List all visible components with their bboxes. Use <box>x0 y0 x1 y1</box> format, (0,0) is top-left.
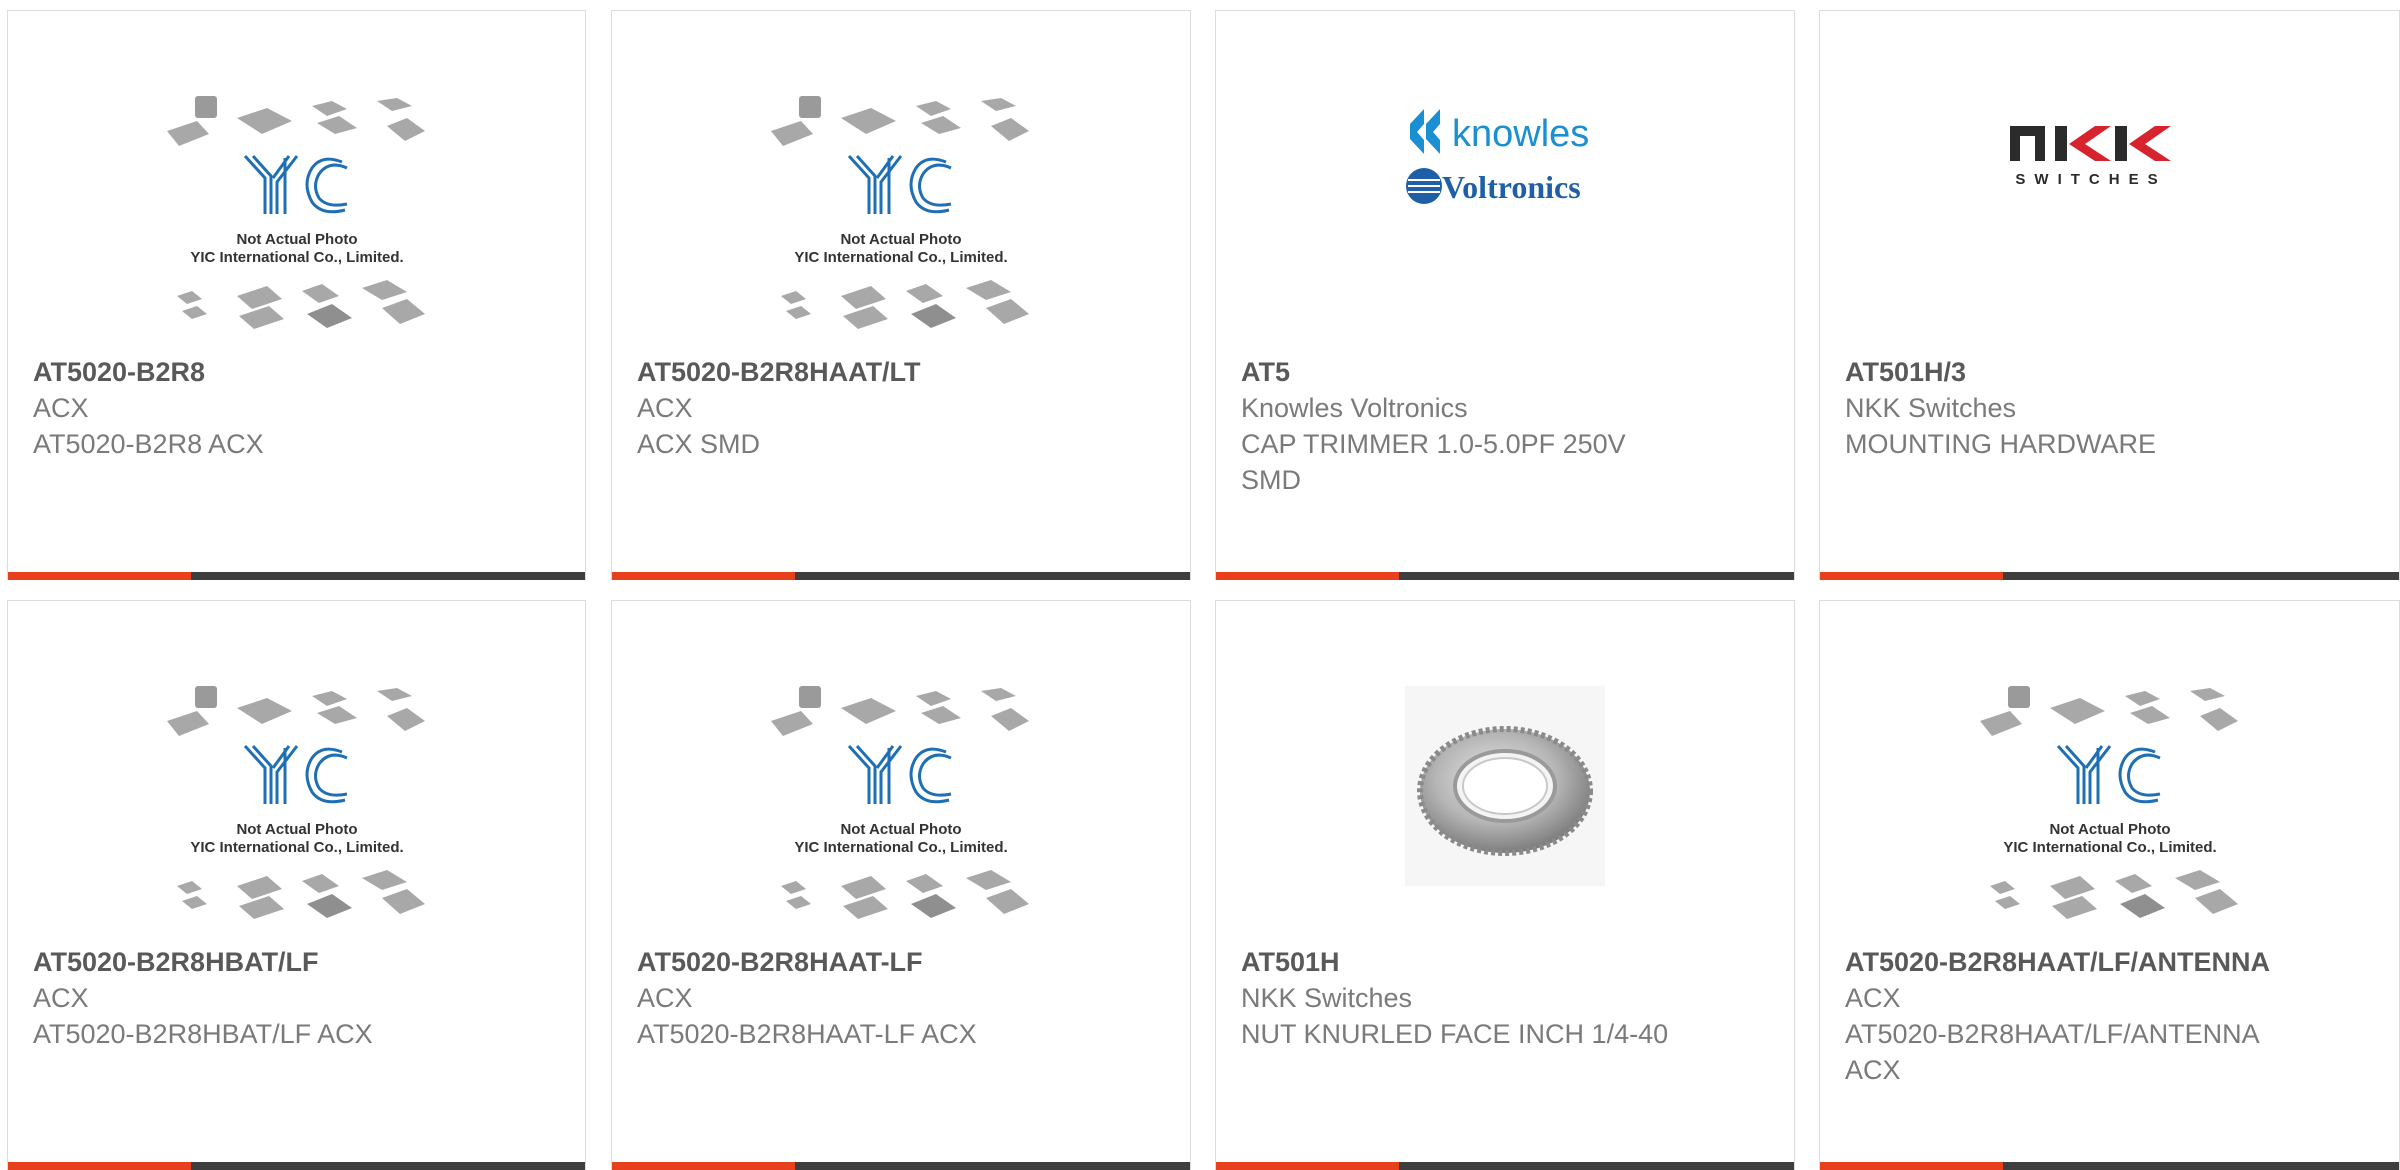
description: AT5020-B2R8HAAT/LF/ANTENNA ACX <box>1845 1019 2259 1085</box>
manufacturer: ACX <box>33 983 89 1013</box>
image-caption-line1: Not Actual Photo <box>840 821 961 838</box>
part-number[interactable]: AT5020-B2R8HAAT-LF <box>637 944 1070 980</box>
card-bottom-bar <box>1820 572 2399 580</box>
accent-bar <box>1820 572 2003 580</box>
accent-bar <box>612 572 795 580</box>
product-card[interactable]: Not Actual Photo YIC International Co., … <box>7 600 586 1170</box>
manufacturer: ACX <box>637 393 693 423</box>
description: AT5020-B2R8HAAT-LF ACX <box>637 1019 977 1049</box>
accent-bar <box>1216 1162 1399 1170</box>
knurled-nut-photo <box>1216 661 1794 951</box>
accent-bar <box>8 572 191 580</box>
part-number[interactable]: AT5020-B2R8 <box>33 354 465 390</box>
accent-bar <box>8 1162 191 1170</box>
card-bottom-bar <box>612 1162 1190 1170</box>
description: AT5020-B2R8HBAT/LF ACX <box>33 1019 373 1049</box>
product-card[interactable]: Not Actual Photo YIC International Co., … <box>611 10 1191 580</box>
image-caption-line2: YIC International Co., Limited. <box>794 249 1007 266</box>
logo-knowles-text: knowles <box>1452 113 1589 155</box>
card-bottom-bar <box>8 572 585 580</box>
yic-placeholder-image: Not Actual Photo YIC International Co., … <box>612 71 1190 361</box>
image-caption-line2: YIC International Co., Limited. <box>190 249 403 266</box>
manufacturer: NKK Switches <box>1241 983 1413 1013</box>
image-caption-line1: Not Actual Photo <box>236 821 357 838</box>
description: NUT KNURLED FACE INCH 1/4-40 <box>1241 1019 1669 1049</box>
description: CAP TRIMMER 1.0-5.0PF 250V SMD <box>1241 429 1626 495</box>
card-bottom-bar <box>1216 1162 1794 1170</box>
part-number[interactable]: AT5020-B2R8HAAT/LT <box>637 354 1070 390</box>
manufacturer: ACX <box>33 393 89 423</box>
manufacturer: ACX <box>637 983 693 1013</box>
part-number[interactable]: AT501H <box>1241 944 1674 980</box>
product-card[interactable]: Not Actual Photo YIC International Co., … <box>611 600 1191 1170</box>
logo-switches-text: SWITCHES <box>2015 171 2166 188</box>
description: AT5020-B2R8 ACX <box>33 429 264 459</box>
part-number[interactable]: AT501H/3 <box>1845 354 2279 390</box>
card-bottom-bar <box>612 572 1190 580</box>
yic-placeholder-image: Not Actual Photo YIC International Co., … <box>8 661 585 951</box>
product-card[interactable]: SWITCHES AT501H/3 NKK Switches MOUNTING … <box>1819 10 2400 580</box>
yic-placeholder-image: Not Actual Photo YIC International Co., … <box>1820 661 2399 951</box>
manufacturer: ACX <box>1845 983 1901 1013</box>
product-card[interactable]: knowles Voltronics AT5 Knowles Voltronic… <box>1215 10 1795 580</box>
part-number[interactable]: AT5020-B2R8HAAT/LF/ANTENNA <box>1845 944 2279 980</box>
part-number[interactable]: AT5020-B2R8HBAT/LF <box>33 944 465 980</box>
yic-placeholder-image: Not Actual Photo YIC International Co., … <box>8 71 585 361</box>
yic-placeholder-image: Not Actual Photo YIC International Co., … <box>612 661 1190 951</box>
image-caption-line2: YIC International Co., Limited. <box>2003 839 2216 856</box>
image-caption-line1: Not Actual Photo <box>2049 821 2170 838</box>
knowles-voltronics-logo: knowles Voltronics <box>1216 71 1794 361</box>
card-bottom-bar <box>8 1162 585 1170</box>
accent-bar <box>1820 1162 2003 1170</box>
nkk-switches-logo: SWITCHES <box>1820 71 2399 361</box>
image-caption-line1: Not Actual Photo <box>840 231 961 248</box>
image-caption-line2: YIC International Co., Limited. <box>190 839 403 856</box>
product-card[interactable]: Not Actual Photo YIC International Co., … <box>7 10 586 580</box>
accent-bar <box>612 1162 795 1170</box>
card-bottom-bar <box>1820 1162 2399 1170</box>
manufacturer: NKK Switches <box>1845 393 2017 423</box>
description: ACX SMD <box>637 429 761 459</box>
image-caption-line2: YIC International Co., Limited. <box>794 839 1007 856</box>
part-number[interactable]: AT5 <box>1241 354 1674 390</box>
product-card[interactable]: Not Actual Photo YIC International Co., … <box>1819 600 2400 1170</box>
product-card[interactable]: AT501H NKK Switches NUT KNURLED FACE INC… <box>1215 600 1795 1170</box>
manufacturer: Knowles Voltronics <box>1241 393 1468 423</box>
accent-bar <box>1216 572 1399 580</box>
logo-voltronics-text: Voltronics <box>1442 169 1581 205</box>
description: MOUNTING HARDWARE <box>1845 429 2156 459</box>
card-bottom-bar <box>1216 572 1794 580</box>
image-caption-line1: Not Actual Photo <box>236 231 357 248</box>
